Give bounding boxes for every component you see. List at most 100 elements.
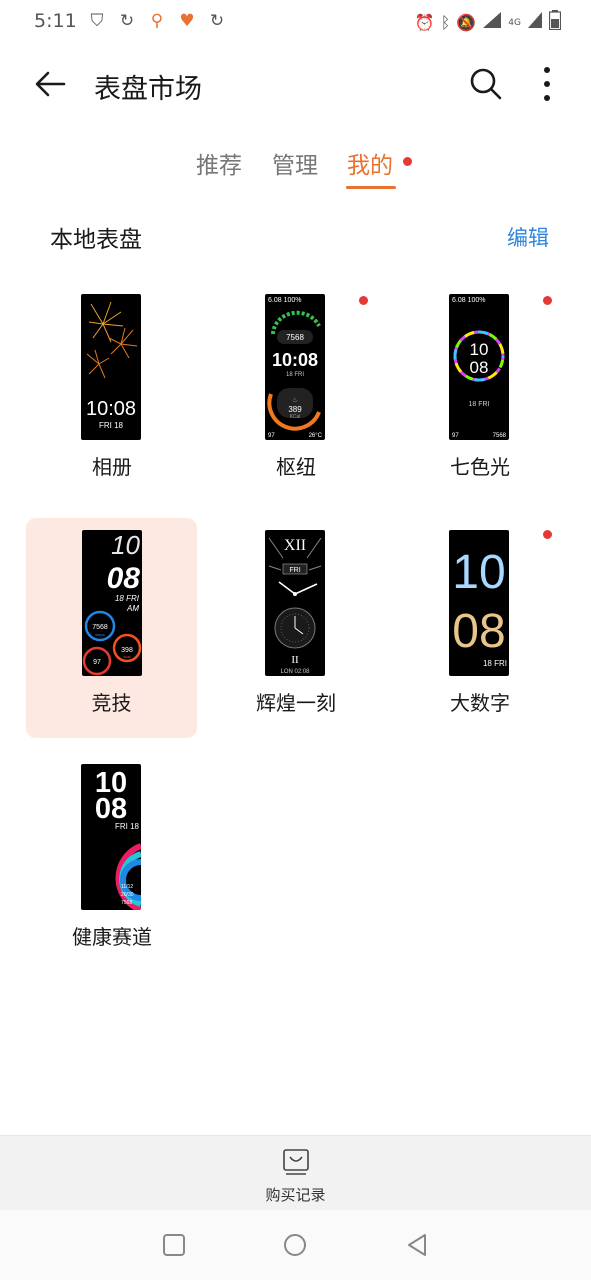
system-icons: ⏰ ᛒ 🔕 4G [414,10,562,36]
preview-date: FRI 18 [115,822,140,831]
preview-steps-unit: steps [95,632,105,637]
tab-manage[interactable]: 管理 [272,146,318,180]
preview-bottom-left: 97 [452,433,459,439]
status-time: 5:11 [34,10,77,32]
app-bar: 表盘市场 [0,50,591,120]
back-arrow-icon [35,71,66,97]
watch-face-preview: 10 08 18 FRI [449,530,509,676]
preview-hour: 10 [452,546,505,599]
watch-face-preview: 10 08 18 FRI AM 7568 steps 398 kcal 97 [82,530,142,676]
preview-minute: 08 [452,605,505,658]
battery-icon [548,10,562,36]
search-button[interactable] [466,64,506,104]
more-button[interactable] [530,64,564,104]
system-nav-bar [0,1210,591,1280]
back-button[interactable] [30,64,70,104]
new-badge [543,530,552,539]
bluetooth-icon: ᛒ [440,13,451,32]
watch-face-preview: 10 08 FRI 18 11/12 20/30 7568 [81,764,141,910]
preview-hour: 10 [470,340,489,359]
preview-bottom-right: 7568 [493,433,507,439]
watch-face-label: 相册 [92,455,132,479]
network-4g-icon: 4G [508,18,521,28]
tab-indicator [346,186,396,189]
preview-date: 18 FRI [468,401,489,408]
home-circle-icon[interactable] [282,1232,308,1258]
preview-stat1: 11/12 [121,884,133,890]
notification-icons: ⛉ ↻ ⚲ ♥ ↻ [86,10,228,32]
refresh-icon: ↻ [119,11,135,31]
watch-face-item[interactable]: 6.08 100% 10 08 18 FRI 97 7568 七色光 [391,276,569,496]
preview-minute: 08 [107,562,141,595]
refresh-icon: ↻ [209,11,225,31]
edit-button[interactable]: 编辑 [507,222,549,252]
preview-stat3: 7568 [121,900,132,906]
purchase-records-bar[interactable]: 购买记录 [0,1135,591,1210]
preview-ampm: AM [126,604,139,613]
signal-icon [527,11,543,35]
mute-icon: 🔕 [456,13,477,32]
recents-square-icon[interactable] [161,1232,187,1258]
preview-time: 10:08 [86,398,136,420]
shield-icon: ⛉ [90,11,104,31]
watch-face-preview: 6.08 100% 10 08 18 FRI 97 7568 [449,294,509,440]
preview-date: 18 FRI [286,372,304,378]
location-icon: ⚲ [150,11,164,31]
watch-face-label: 大数字 [450,691,510,715]
page-title: 表盘市场 [94,74,202,105]
preview-city-time: LON 02:08 [280,669,310,675]
preview-bottom-left: 97 [268,433,275,439]
shopping-bag-icon [283,1149,309,1175]
more-vertical-icon [544,67,550,101]
preview-day: FRI [289,567,300,574]
alarm-icon: ⏰ [414,13,435,32]
preview-kcal-unit: kcal [123,654,130,659]
watch-face-label: 健康赛道 [72,925,152,949]
watch-face-item[interactable]: 6.08 100% 7568 10:08 18 FRI ♨ 389 KCal 9… [207,276,385,496]
watch-face-item[interactable]: 10 08 18 FRI 大数字 [391,512,569,732]
section-title: 本地表盘 [50,227,142,253]
preview-minute: 08 [95,793,127,825]
preview-minute: 08 [470,358,489,377]
preview-bottom: II [291,654,299,666]
watch-face-label: 七色光 [450,455,510,479]
watch-face-preview: XII FRI II LON 02:08 [265,530,325,676]
preview-date: 18 FRI [115,594,140,603]
preview-top: 6.08 100% [452,297,485,304]
fire-icon: ♨ [292,396,298,404]
preview-hour: 10 [111,530,140,560]
preview-kcal: 389 [288,405,302,414]
heart-icon: ♥ [179,11,195,31]
tab-mine[interactable]: 我的 [347,146,393,180]
preview-kcal-unit: KCal [290,414,301,420]
fireworks-image: 10:08 FRI 18 [86,301,138,430]
watch-face-item[interactable]: XII FRI II LON 02:08 辉煌一刻 [207,512,385,732]
watch-face-item[interactable]: 10 08 18 FRI AM 7568 steps 398 kcal 97 竞… [26,518,197,738]
watch-face-label: 枢纽 [276,455,316,479]
watch-face-item[interactable]: 10 08 FRI 18 11/12 20/30 7568 健康赛道 [23,746,201,966]
preview-stat2: 20/30 [121,892,134,898]
status-bar: 5:11 ⛉ ↻ ⚲ ♥ ↻ ⏰ ᛒ 🔕 4G [0,0,591,44]
preview-steps: 7568 [92,624,108,631]
watch-face-preview: 10:08 FRI 18 [81,294,141,440]
tab-bar: 推荐 管理 我的 [0,140,591,190]
preview-date: 18 FRI [483,659,507,668]
tab-badge [403,157,412,166]
back-triangle-icon[interactable] [404,1232,430,1258]
preview-heart: 97 [93,659,101,666]
preview-time: 10:08 [272,350,318,370]
watch-face-label: 辉煌一刻 [256,691,336,715]
preview-kcal: 398 [121,647,133,654]
purchase-records-label: 购买记录 [265,1186,326,1204]
watch-face-preview: 6.08 100% 7568 10:08 18 FRI ♨ 389 KCal 9… [265,294,325,440]
watch-face-item[interactable]: 10:08 FRI 18 相册 [23,276,201,496]
tab-recommend[interactable]: 推荐 [196,146,242,180]
watch-face-label: 竞技 [91,691,132,715]
new-badge [543,296,552,305]
preview-top: 6.08 100% [268,297,301,304]
preview-top: XII [284,537,306,554]
preview-date: FRI 18 [99,421,124,430]
preview-bottom-right: 26°C [309,433,323,439]
signal-icon [482,11,502,35]
search-icon [470,68,502,100]
